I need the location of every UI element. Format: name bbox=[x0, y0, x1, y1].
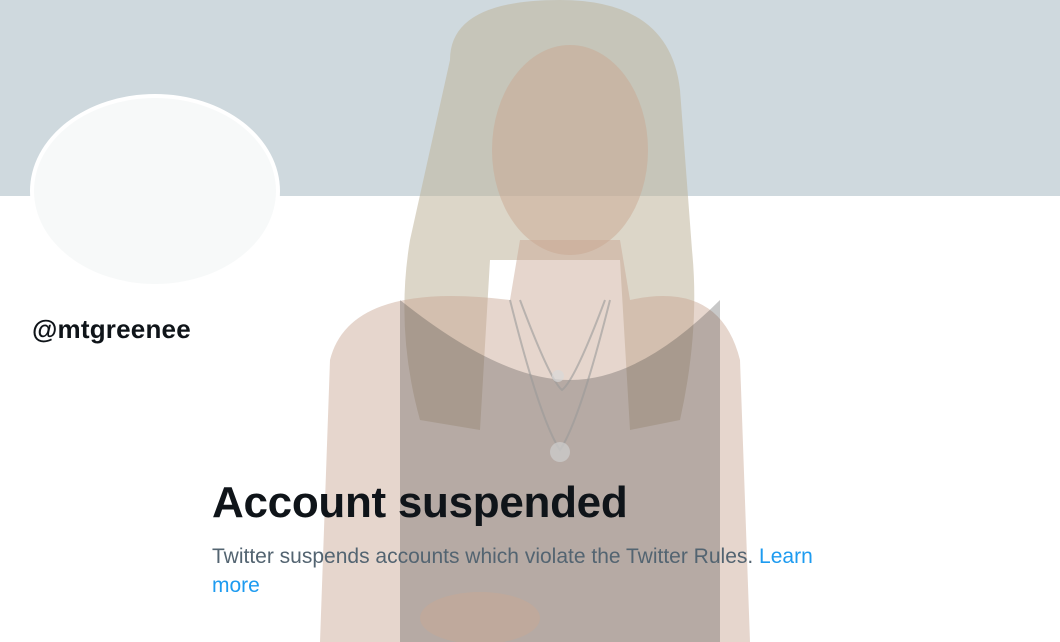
suspended-title: Account suspended bbox=[212, 478, 628, 527]
suspended-description: Twitter suspends accounts which violate … bbox=[212, 542, 852, 600]
suspended-profile-page: @mtgreenee Account suspended Twitter sus… bbox=[0, 0, 1060, 642]
suspended-description-text: Twitter suspends accounts which violate … bbox=[212, 545, 754, 568]
profile-handle: @mtgreenee bbox=[32, 314, 191, 344]
avatar bbox=[30, 94, 280, 288]
